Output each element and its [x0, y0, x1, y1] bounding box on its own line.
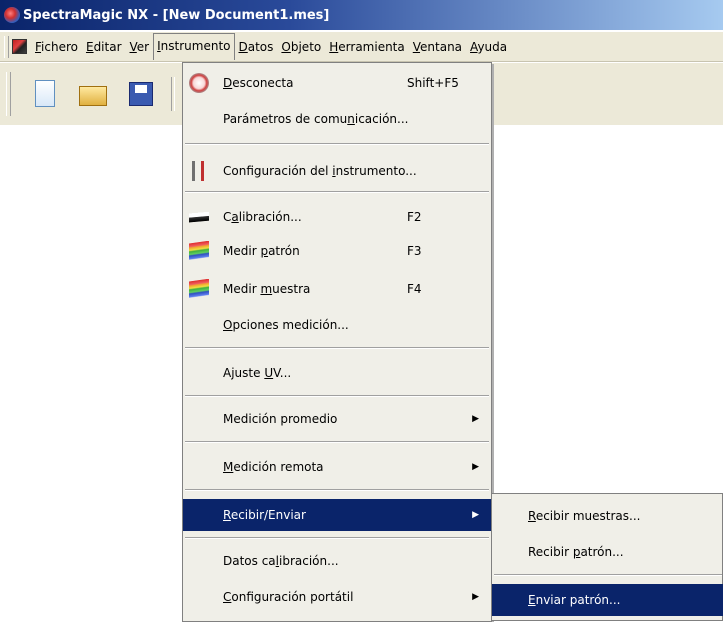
menu-item-medir-patron[interactable]: Medir patrón F3 [183, 235, 491, 267]
color-stack-icon [189, 241, 209, 261]
menu-item-opciones-medicion[interactable]: Opciones medición... [183, 309, 491, 341]
recibir-enviar-submenu: Recibir muestras... Recibir patrón... En… [491, 493, 723, 621]
calibration-plate-icon [189, 207, 209, 227]
menu-instrumento[interactable]: Instrumento [153, 33, 235, 60]
color-stack-icon [189, 279, 209, 299]
title-bar: SpectraMagic NX - [New Document1.mes] [0, 0, 723, 30]
menubar-grip[interactable] [4, 35, 9, 58]
submenu-arrow-icon: ▶ [472, 462, 479, 472]
menu-item-datos-calibracion[interactable]: Datos calibración... [183, 545, 491, 577]
shortcut-label: F3 [407, 244, 422, 258]
menu-ventana[interactable]: Ventana [409, 34, 466, 60]
menu-separator [185, 143, 489, 145]
menu-item-recibir-enviar[interactable]: Recibir/Enviar ▶ [183, 499, 491, 531]
menu-separator [185, 395, 489, 397]
save-icon [129, 82, 153, 106]
menu-separator [185, 441, 489, 443]
menu-separator [185, 347, 489, 349]
menu-objeto[interactable]: Objeto [277, 34, 325, 60]
submenu-item-enviar-patron[interactable]: Enviar patrón... [492, 584, 723, 616]
tools-icon [189, 161, 209, 181]
menu-ver[interactable]: Ver [126, 34, 154, 60]
menu-fichero[interactable]: Fichero [31, 34, 82, 60]
submenu-item-recibir-patron[interactable]: Recibir patrón... [492, 536, 723, 568]
submenu-arrow-icon: ▶ [472, 414, 479, 424]
menu-item-ajuste-uv[interactable]: Ajuste UV... [183, 357, 491, 389]
window-title: SpectraMagic NX - [New Document1.mes] [23, 7, 330, 23]
open-folder-icon [79, 86, 107, 106]
toolbar-separator [171, 77, 175, 111]
document-icon[interactable] [12, 39, 27, 54]
menu-item-calibracion[interactable]: Calibración... F2 [183, 201, 491, 233]
menu-ayuda[interactable]: Ayuda [466, 34, 511, 60]
shortcut-label: F2 [407, 210, 422, 224]
new-document-icon [35, 80, 55, 107]
new-document-button[interactable] [29, 78, 61, 110]
menu-datos[interactable]: Datos [235, 34, 278, 60]
shortcut-label: Shift+F5 [407, 76, 459, 90]
menu-item-configuracion-portatil[interactable]: Configuración portátil ▶ [183, 581, 491, 613]
toolbar-grip[interactable] [6, 72, 11, 116]
save-button[interactable] [125, 78, 157, 110]
submenu-arrow-icon: ▶ [472, 592, 479, 602]
disconnect-icon [189, 73, 209, 93]
menu-item-configuracion-instrumento[interactable]: Configuración del instrumento... [183, 155, 491, 187]
submenu-arrow-icon: ▶ [472, 510, 479, 520]
menu-editar[interactable]: Editar [82, 34, 126, 60]
menu-separator [185, 191, 489, 193]
menu-separator [185, 489, 489, 491]
menu-item-medir-muestra[interactable]: Medir muestra F4 [183, 273, 491, 305]
submenu-item-recibir-muestras[interactable]: Recibir muestras... [492, 500, 723, 532]
menu-herramienta[interactable]: Herramienta [325, 34, 409, 60]
menu-separator [494, 574, 722, 576]
shortcut-label: F4 [407, 282, 422, 296]
instrumento-dropdown: Desconecta Shift+F5 Parámetros de comuni… [182, 62, 492, 622]
menu-bar: Fichero Editar Ver Instrumento Datos Obj… [0, 32, 723, 62]
open-button[interactable] [77, 78, 109, 110]
menu-separator [185, 537, 489, 539]
menu-item-medicion-remota[interactable]: Medición remota ▶ [183, 451, 491, 483]
menu-item-desconecta[interactable]: Desconecta Shift+F5 [183, 67, 491, 99]
menu-item-medicion-promedio[interactable]: Medición promedio ▶ [183, 403, 491, 435]
app-icon [4, 7, 20, 23]
menu-item-parametros-comunicacion[interactable]: Parámetros de comunicación... [183, 103, 491, 135]
